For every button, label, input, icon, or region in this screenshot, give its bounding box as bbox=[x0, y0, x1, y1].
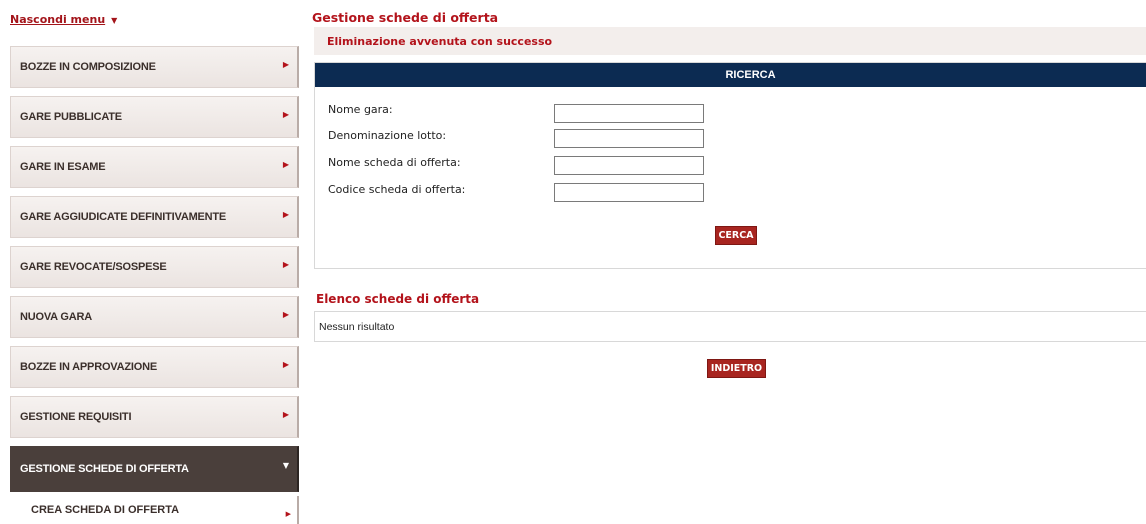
sidebar-item-gare-aggiudicate[interactable]: GARE AGGIUDICATE DEFINITIVAMENTE ▶ bbox=[10, 196, 299, 238]
sidebar-item-label: GARE REVOCATE/SOSPESE bbox=[20, 261, 167, 273]
sidebar-item-label: BOZZE IN APPROVAZIONE bbox=[20, 361, 157, 373]
sidebar-item-gestione-requisiti[interactable]: GESTIONE REQUISITI ▶ bbox=[10, 396, 299, 438]
sidebar-item-label: GARE IN ESAME bbox=[20, 161, 106, 173]
arrow-right-icon: ▶ bbox=[282, 410, 289, 419]
sidebar-subitem-crea-scheda[interactable]: CREA SCHEDA DI OFFERTA ▶ bbox=[10, 496, 299, 524]
caret-down-icon: ▼ bbox=[111, 16, 118, 25]
arrow-right-icon: ▶ bbox=[285, 510, 291, 518]
sidebar-item-gestione-schede-offerta[interactable]: GESTIONE SCHEDE DI OFFERTA ▼ bbox=[10, 446, 299, 492]
sidebar-item-label: GARE AGGIUDICATE DEFINITIVAMENTE bbox=[20, 211, 227, 223]
nome-gara-input[interactable] bbox=[554, 104, 704, 123]
arrow-right-icon: ▶ bbox=[282, 260, 289, 269]
sidebar-subitem-label: CREA SCHEDA DI OFFERTA bbox=[31, 504, 180, 516]
arrow-right-icon: ▶ bbox=[282, 60, 289, 69]
sidebar-item-gare-in-esame[interactable]: GARE IN ESAME ▶ bbox=[10, 146, 299, 188]
empty-results-text: Nessun risultato bbox=[319, 320, 395, 333]
nome-scheda-label: Nome scheda di offerta: bbox=[328, 156, 461, 169]
sidebar: BOZZE IN COMPOSIZIONE ▶ GARE PUBBLICATE … bbox=[10, 46, 299, 524]
search-panel-header: RICERCA bbox=[315, 63, 1146, 87]
success-message: Eliminazione avvenuta con successo bbox=[327, 34, 553, 48]
hide-menu-label: Nascondi menu bbox=[10, 13, 106, 26]
arrow-right-icon: ▶ bbox=[282, 360, 289, 369]
sidebar-item-label: NUOVA GARA bbox=[20, 311, 92, 323]
arrow-right-icon: ▶ bbox=[282, 210, 289, 219]
sidebar-item-label: GARE PUBBLICATE bbox=[20, 111, 122, 123]
denominazione-lotto-input[interactable] bbox=[554, 129, 704, 148]
sidebar-item-nuova-gara[interactable]: NUOVA GARA ▶ bbox=[10, 296, 299, 338]
sidebar-item-gare-revocate[interactable]: GARE REVOCATE/SOSPESE ▶ bbox=[10, 246, 299, 288]
list-title: Elenco schede di offerta bbox=[316, 292, 480, 306]
arrow-right-icon: ▶ bbox=[282, 110, 289, 119]
arrow-right-icon: ▶ bbox=[282, 310, 289, 319]
cerca-button[interactable]: CERCA bbox=[715, 226, 757, 245]
hide-menu-link[interactable]: Nascondi menu ▼ bbox=[10, 13, 117, 26]
codice-scheda-label: Codice scheda di offerta: bbox=[328, 183, 466, 196]
search-panel: RICERCA Nome gara: Denominazione lotto: … bbox=[314, 62, 1146, 269]
sidebar-item-label: GESTIONE REQUISITI bbox=[20, 411, 132, 423]
sidebar-item-gare-pubblicate[interactable]: GARE PUBBLICATE ▶ bbox=[10, 96, 299, 138]
arrow-right-icon: ▶ bbox=[282, 160, 289, 169]
sidebar-item-bozze-in-approvazione[interactable]: BOZZE IN APPROVAZIONE ▶ bbox=[10, 346, 299, 388]
nome-gara-label: Nome gara: bbox=[328, 103, 393, 116]
codice-scheda-input[interactable] bbox=[554, 183, 704, 202]
nome-scheda-input[interactable] bbox=[554, 156, 704, 175]
arrow-down-icon: ▼ bbox=[282, 461, 289, 470]
success-banner: Eliminazione avvenuta con successo bbox=[314, 27, 1146, 55]
sidebar-item-bozze-in-composizione[interactable]: BOZZE IN COMPOSIZIONE ▶ bbox=[10, 46, 299, 88]
denominazione-lotto-label: Denominazione lotto: bbox=[328, 129, 447, 142]
sidebar-item-label: GESTIONE SCHEDE DI OFFERTA bbox=[20, 463, 189, 475]
page-title: Gestione schede di offerta bbox=[312, 10, 499, 25]
sidebar-item-label: BOZZE IN COMPOSIZIONE bbox=[20, 61, 156, 73]
results-list: Nessun risultato bbox=[314, 311, 1146, 342]
indietro-button[interactable]: INDIETRO bbox=[707, 359, 766, 378]
